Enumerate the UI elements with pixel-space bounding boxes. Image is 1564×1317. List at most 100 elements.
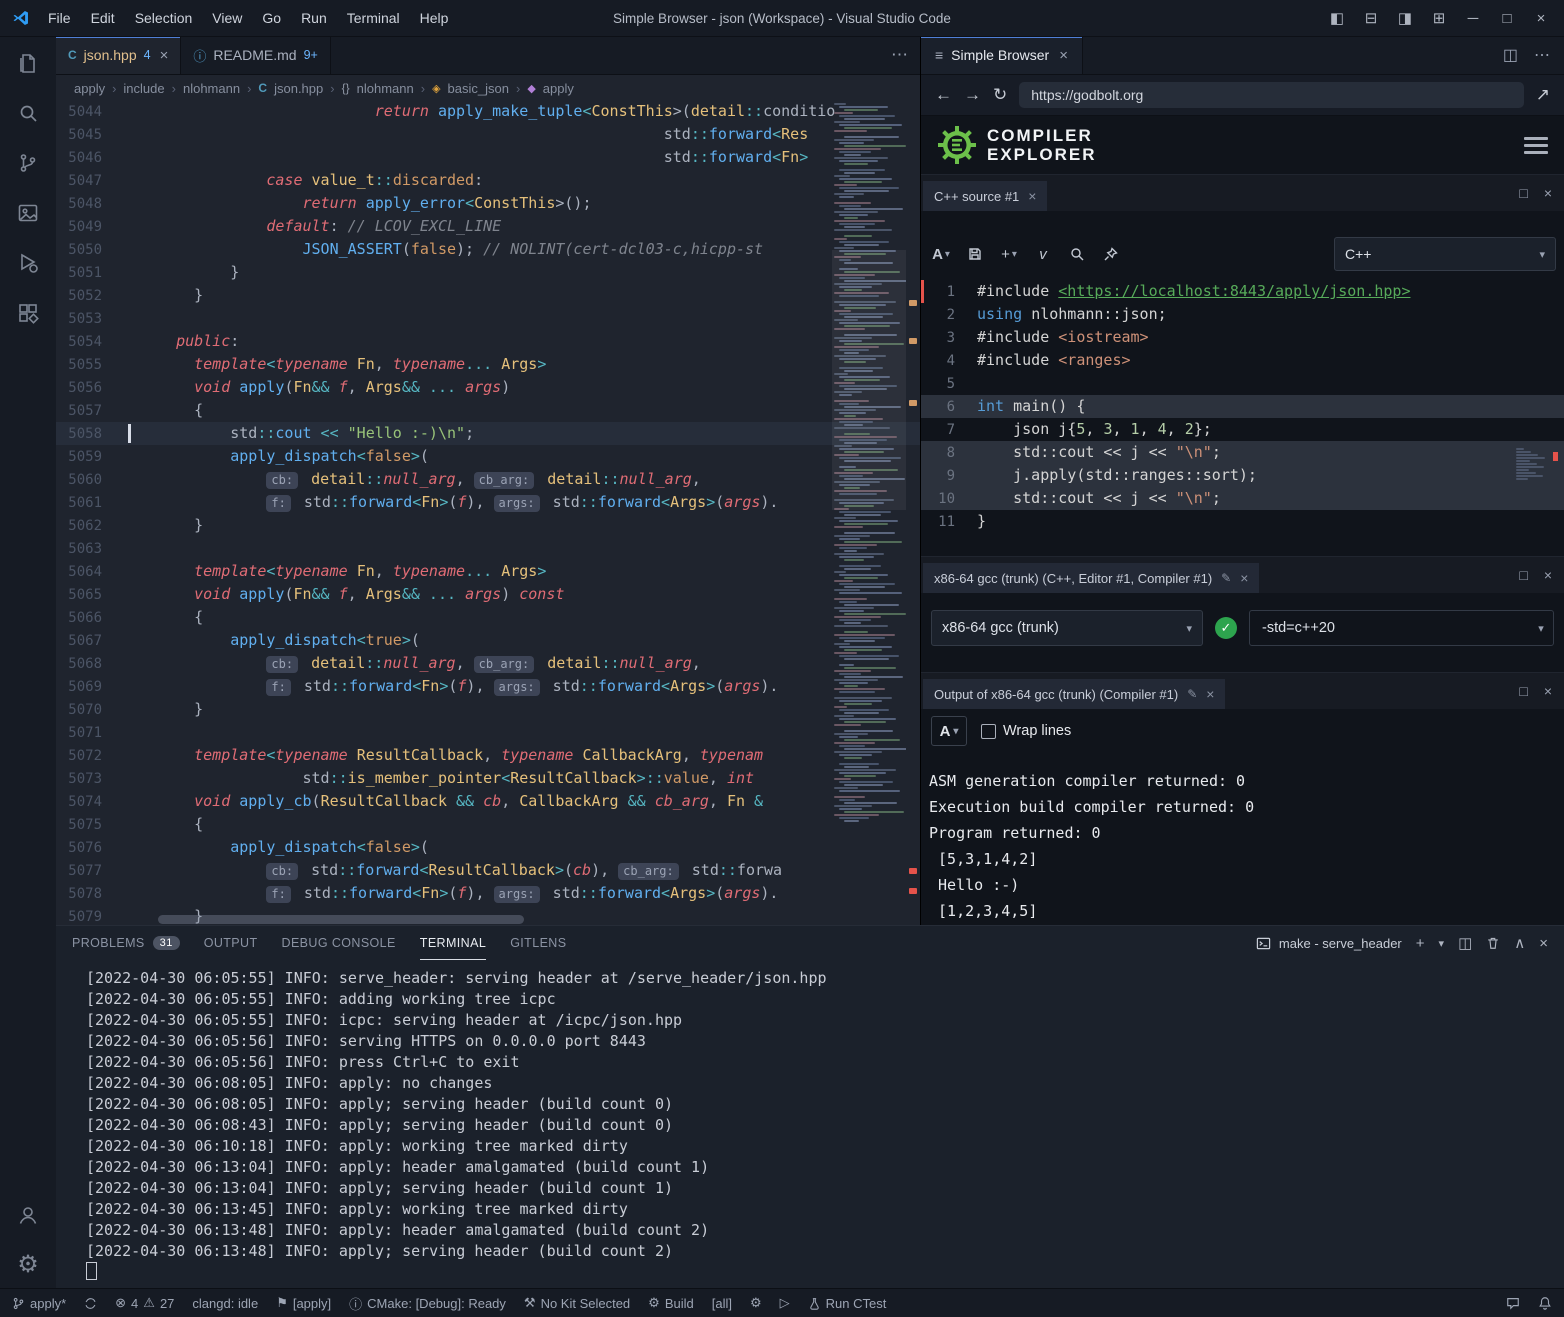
menu-run[interactable]: Run (291, 1, 337, 36)
reload-icon[interactable]: ↻ (993, 85, 1007, 105)
compiler-options-input[interactable] (1250, 620, 1529, 636)
source-control-icon[interactable] (15, 150, 41, 176)
zoom-icon[interactable] (1065, 241, 1089, 267)
wrap-lines-checkbox[interactable]: Wrap lines (981, 723, 1071, 739)
layout-sidebar-left-icon[interactable]: ◧ (1320, 1, 1354, 36)
panel-tab-problems[interactable]: PROBLEMS31 (72, 926, 180, 960)
extensions-icon[interactable] (15, 300, 41, 326)
font-size-button[interactable]: A▾ (929, 241, 953, 267)
panel-tab-debug-console[interactable]: DEBUG CONSOLE (282, 926, 396, 960)
tab-json-hpp[interactable]: C json.hpp 4 × (56, 36, 181, 74)
notifications-bell-icon[interactable] (1538, 1296, 1552, 1310)
minimap-slider[interactable] (832, 250, 906, 510)
back-icon[interactable]: ← (935, 85, 952, 105)
maximize-panel-icon[interactable]: ∧ (1514, 934, 1525, 952)
close-tab-icon[interactable]: × (1059, 47, 1068, 64)
statusbar-cmake[interactable]: ⓘ CMake: [Debug]: Ready (349, 1294, 506, 1313)
tab-readme-md[interactable]: ⓘ README.md 9+ (181, 36, 331, 74)
breadcrumb-item[interactable]: include (123, 81, 164, 96)
menu-help[interactable]: Help (410, 1, 459, 36)
menu-view[interactable]: View (202, 1, 252, 36)
run-debug-icon[interactable] (15, 250, 41, 276)
maximize-pane-icon[interactable]: □ (1519, 683, 1527, 699)
source-code-editor[interactable]: 1#include <https://localhost:8443/apply/… (921, 280, 1564, 538)
split-editor-icon[interactable]: ◫ (1503, 45, 1518, 65)
search-icon[interactable] (15, 100, 41, 126)
layout-panel-icon[interactable]: ⊟ (1354, 1, 1388, 36)
close-pane-icon[interactable]: × (1544, 567, 1552, 583)
url-input[interactable] (1019, 82, 1524, 108)
editor-actions-more-icon[interactable]: ⋯ (891, 45, 920, 65)
panel-tab-gitlens[interactable]: GITLENS (510, 926, 566, 960)
statusbar-clangd[interactable]: clangd: idle (192, 1296, 258, 1311)
menu-file[interactable]: File (38, 1, 81, 36)
output-pane-tab[interactable]: Output of x86-64 gcc (trunk) (Compiler #… (923, 679, 1225, 709)
statusbar-build-button[interactable]: ⚙ Build (648, 1295, 694, 1311)
more-actions-icon[interactable]: ⋯ (1534, 45, 1550, 65)
menu-selection[interactable]: Selection (125, 1, 203, 36)
vim-toggle-icon[interactable]: v (1031, 241, 1055, 267)
statusbar-ctest[interactable]: Run CTest (808, 1296, 887, 1311)
close-pane-icon[interactable]: × (1544, 185, 1552, 201)
statusbar-build-target[interactable]: [all] (712, 1296, 732, 1311)
save-icon[interactable] (963, 241, 987, 267)
close-panel-icon[interactable]: × (1539, 935, 1548, 952)
rename-pane-icon[interactable]: ✎ (1187, 687, 1197, 701)
terminal-dropdown-icon[interactable]: ▾ (1439, 937, 1445, 950)
terminal-instance[interactable]: make - serve_header (1256, 936, 1402, 951)
statusbar-kit[interactable]: ⚒ No Kit Selected (524, 1295, 630, 1311)
maximize-pane-icon[interactable]: □ (1519, 567, 1527, 583)
close-window-button[interactable]: × (1524, 1, 1558, 36)
hamburger-menu-icon[interactable] (1524, 137, 1548, 154)
menu-go[interactable]: Go (252, 1, 291, 36)
customize-layout-icon[interactable]: ⊞ (1422, 1, 1456, 36)
statusbar-debug-button[interactable]: ⚙ (750, 1295, 762, 1311)
statusbar-problems[interactable]: ⊗ 4 ⚠ 27 (115, 1295, 174, 1311)
accounts-icon[interactable] (15, 1202, 41, 1228)
close-tab-icon[interactable]: × (160, 47, 169, 64)
breadcrumb-item[interactable]: apply (543, 81, 574, 96)
breadcrumb-item[interactable]: apply (74, 81, 105, 96)
breadcrumb-item[interactable]: nlohmann (357, 81, 414, 96)
maximize-button[interactable]: □ (1490, 1, 1524, 36)
pin-icon[interactable] (1099, 241, 1123, 267)
compiler-select[interactable]: x86-64 gcc (trunk) ▾ (931, 610, 1203, 646)
panel-tab-output[interactable]: OUTPUT (204, 926, 258, 960)
settings-gear-icon[interactable]: ⚙ (15, 1252, 41, 1278)
open-external-icon[interactable]: ↗ (1536, 85, 1550, 105)
close-pane-icon[interactable]: × (1240, 570, 1248, 586)
rename-pane-icon[interactable]: ✎ (1221, 571, 1231, 585)
close-pane-icon[interactable]: × (1206, 686, 1214, 702)
compiler-pane-tab[interactable]: x86-64 gcc (trunk) (C++, Editor #1, Comp… (923, 563, 1259, 593)
code-editor[interactable]: 5044 return apply_make_tuple<ConstThis>(… (56, 100, 920, 925)
statusbar-branch[interactable]: apply* (12, 1296, 66, 1311)
remote-explorer-icon[interactable] (15, 200, 41, 226)
statusbar-project[interactable]: ⚑ [apply] (276, 1295, 331, 1311)
horizontal-scrollbar[interactable] (158, 915, 524, 924)
close-pane-icon[interactable]: × (1544, 683, 1552, 699)
options-dropdown-icon[interactable]: ▾ (1529, 622, 1553, 635)
close-pane-icon[interactable]: × (1028, 188, 1036, 204)
breadcrumb-item[interactable]: basic_json (448, 81, 509, 96)
minimap[interactable] (832, 100, 906, 911)
statusbar-sync[interactable] (84, 1297, 97, 1310)
breadcrumb-item[interactable]: nlohmann (183, 81, 240, 96)
layout-sidebar-right-icon[interactable]: ◨ (1388, 1, 1422, 36)
forward-icon[interactable]: → (964, 85, 981, 105)
split-terminal-icon[interactable]: ◫ (1458, 934, 1472, 952)
add-pane-button[interactable]: +▾ (997, 241, 1021, 267)
terminal-output[interactable]: [2022-04-30 06:05:55] INFO: serve_header… (56, 960, 1564, 1288)
tab-simple-browser[interactable]: ≡ Simple Browser × (921, 36, 1083, 74)
new-terminal-icon[interactable]: + (1416, 935, 1425, 952)
font-size-button[interactable]: A▾ (931, 716, 967, 746)
source-pane-tab[interactable]: C++ source #1 × (923, 181, 1047, 211)
explorer-icon[interactable] (15, 50, 41, 76)
feedback-icon[interactable] (1506, 1296, 1520, 1310)
breadcrumb-item[interactable]: json.hpp (274, 81, 323, 96)
statusbar-launch-button[interactable]: ▷ (780, 1295, 790, 1311)
menu-terminal[interactable]: Terminal (337, 1, 410, 36)
maximize-pane-icon[interactable]: □ (1519, 185, 1527, 201)
menu-edit[interactable]: Edit (81, 1, 125, 36)
minimize-button[interactable]: ─ (1456, 1, 1490, 36)
panel-tab-terminal[interactable]: TERMINAL (420, 926, 486, 960)
